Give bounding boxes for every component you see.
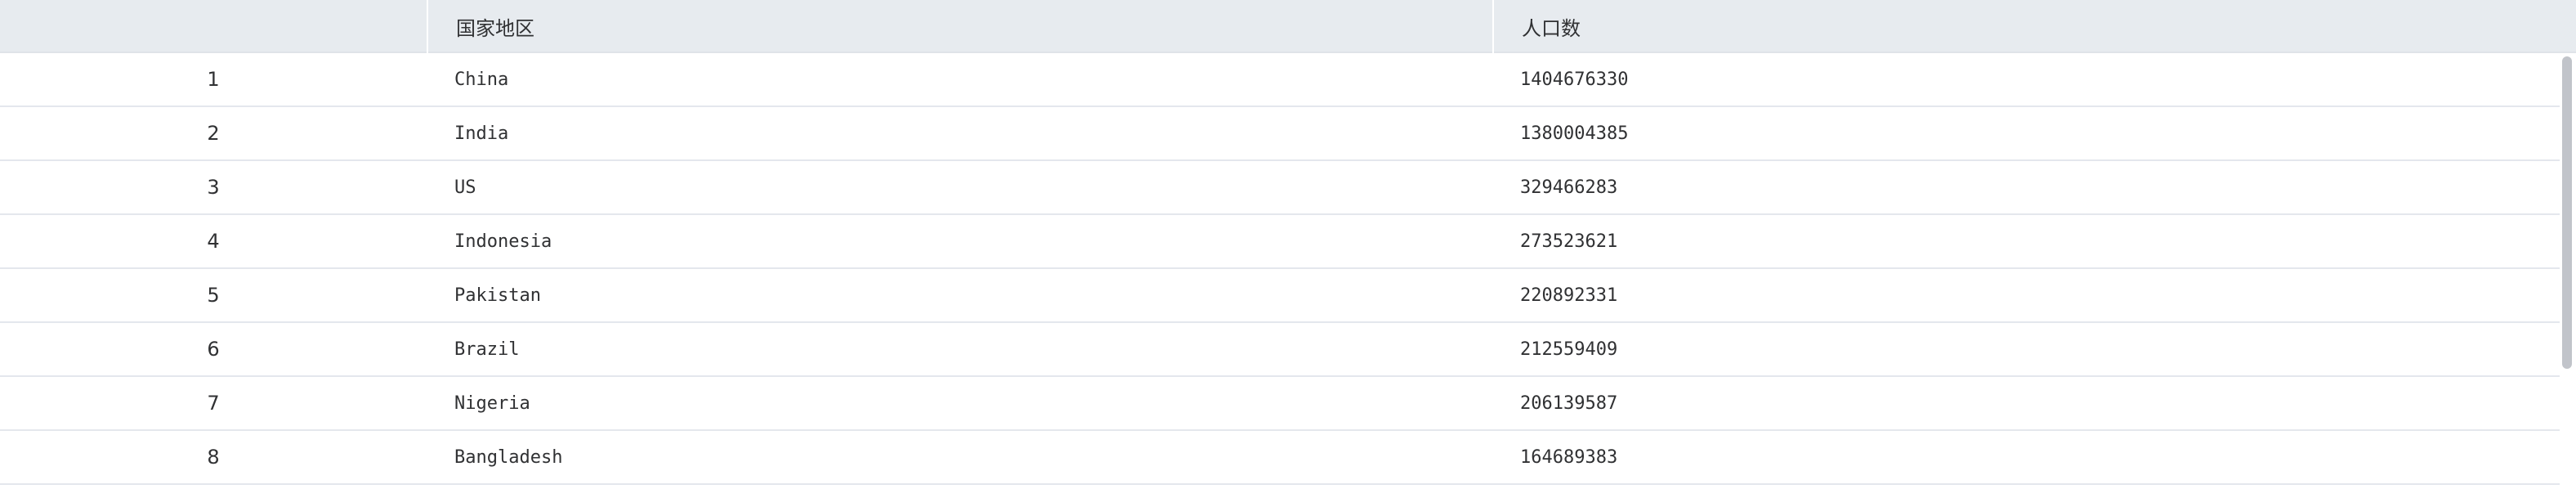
table-row[interactable]: 1 China 1404676330 <box>0 53 2560 107</box>
population-cell: 329466283 <box>1520 177 1618 198</box>
row-index: 5 <box>207 284 220 307</box>
row-index: 6 <box>207 338 220 361</box>
country-cell: China <box>454 69 509 90</box>
country-cell: US <box>454 177 476 198</box>
country-cell: India <box>454 123 509 144</box>
country-cell: Nigeria <box>454 393 530 414</box>
population-column-header[interactable]: 人口数 <box>1492 0 2576 53</box>
row-index: 2 <box>207 122 220 145</box>
row-index: 1 <box>207 68 220 91</box>
country-cell: Bangladesh <box>454 446 563 468</box>
row-index: 4 <box>207 230 220 253</box>
vertical-scrollbar[interactable] <box>2560 53 2574 489</box>
population-cell: 1404676330 <box>1520 69 1629 90</box>
population-cell: 273523621 <box>1520 231 1618 252</box>
country-cell: Brazil <box>454 339 520 360</box>
population-cell: 164689383 <box>1520 446 1618 468</box>
country-column-header[interactable]: 国家地区 <box>427 0 1492 53</box>
table-row[interactable]: 2 India 1380004385 <box>0 107 2560 161</box>
country-cell: Pakistan <box>454 285 541 306</box>
table-row[interactable]: 7 Nigeria 206139587 <box>0 377 2560 431</box>
table-body: 1 China 1404676330 2 India 1380004385 3 … <box>0 53 2560 489</box>
table-row[interactable]: 4 Indonesia 273523621 <box>0 215 2560 269</box>
table-row[interactable]: 8 Bangladesh 164689383 <box>0 431 2560 485</box>
table-row[interactable]: 5 Pakistan 220892331 <box>0 269 2560 323</box>
row-index: 7 <box>207 392 220 415</box>
country-cell: Indonesia <box>454 231 552 252</box>
row-index: 3 <box>207 176 220 199</box>
table-row[interactable]: 3 US 329466283 <box>0 161 2560 215</box>
index-column-header <box>0 0 427 53</box>
scrollbar-thumb[interactable] <box>2562 56 2572 369</box>
table-row[interactable]: 6 Brazil 212559409 <box>0 323 2560 377</box>
population-table: 国家地区 人口数 1 China 1404676330 2 India 1380… <box>0 0 2576 489</box>
table-header: 国家地区 人口数 <box>0 0 2576 53</box>
population-cell: 220892331 <box>1520 285 1618 306</box>
population-cell: 206139587 <box>1520 393 1618 414</box>
row-index: 8 <box>207 446 220 469</box>
population-cell: 1380004385 <box>1520 123 1629 144</box>
population-cell: 212559409 <box>1520 339 1618 360</box>
